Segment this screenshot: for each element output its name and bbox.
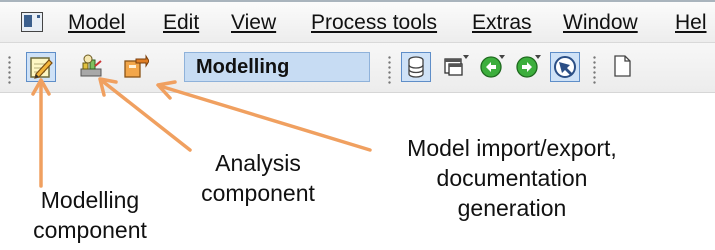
- mode-selector[interactable]: Modelling: [184, 52, 370, 82]
- analysis-icon: [80, 54, 102, 77]
- screenshot-frame: Model Edit View Process tools Extras Win…: [0, 0, 715, 250]
- menu-help[interactable]: Hel: [675, 9, 707, 37]
- callout-import-export-line2: documentation: [436, 165, 588, 191]
- toolbar: Modelling: [0, 43, 715, 93]
- menu-extras-label: Extras: [472, 11, 532, 34]
- menu-window-label: Window: [563, 11, 638, 34]
- toolbar-grip[interactable]: [8, 55, 11, 85]
- callout-import-export-line3: generation: [457, 195, 567, 221]
- menu-extras[interactable]: Extras: [472, 9, 532, 37]
- pencil-notepad-icon: [30, 57, 53, 79]
- callout-import-export: Model import/export, documentation gener…: [362, 133, 662, 223]
- menu-model-label: Model: [68, 11, 126, 34]
- new-document-icon: [614, 55, 631, 77]
- callout-import-export-line1: Model import/export,: [407, 135, 617, 161]
- export-icon: [124, 54, 149, 78]
- menu-model[interactable]: Model: [68, 9, 125, 37]
- back-arrow-icon: [480, 55, 505, 78]
- database-icon: [408, 56, 424, 78]
- menu-window[interactable]: Window: [563, 9, 638, 37]
- menu-help-label: Hel: [675, 11, 707, 34]
- menu-edit-label: Edit: [163, 11, 200, 34]
- menu-process-tools[interactable]: Process tools: [311, 9, 437, 37]
- modelling-component-button[interactable]: [26, 52, 56, 82]
- menu-view-label: View: [231, 11, 277, 34]
- model-import-export-button[interactable]: [121, 52, 151, 82]
- callout-analysis: Analysis component: [178, 148, 338, 208]
- callout-modelling-line2: component: [33, 217, 147, 243]
- callout-analysis-line2: component: [201, 180, 315, 206]
- windows-icon: [444, 55, 469, 76]
- arrow-import-export: [158, 84, 372, 152]
- toolbar-grip[interactable]: [593, 55, 596, 85]
- window-icon[interactable]: [21, 12, 43, 32]
- menu-bar: Model Edit View Process tools Extras Win…: [0, 0, 715, 43]
- toolbar-grip[interactable]: [388, 55, 391, 85]
- new-document-button[interactable]: [608, 52, 638, 82]
- navigator-icon: [554, 56, 576, 78]
- callout-modelling: Modelling component: [0, 185, 180, 245]
- callout-analysis-line1: Analysis: [215, 150, 301, 176]
- analysis-component-button[interactable]: [77, 52, 107, 82]
- forward-button[interactable]: [514, 52, 544, 82]
- callout-modelling-line1: Modelling: [40, 187, 140, 213]
- forward-arrow-icon: [516, 55, 541, 78]
- menu-process-tools-label: Process tools: [311, 11, 438, 34]
- windows-button[interactable]: [441, 52, 471, 82]
- back-button[interactable]: [478, 52, 508, 82]
- database-button[interactable]: [401, 52, 431, 82]
- menu-edit[interactable]: Edit: [163, 9, 199, 37]
- navigator-button[interactable]: [550, 52, 580, 82]
- menu-view[interactable]: View: [231, 9, 276, 37]
